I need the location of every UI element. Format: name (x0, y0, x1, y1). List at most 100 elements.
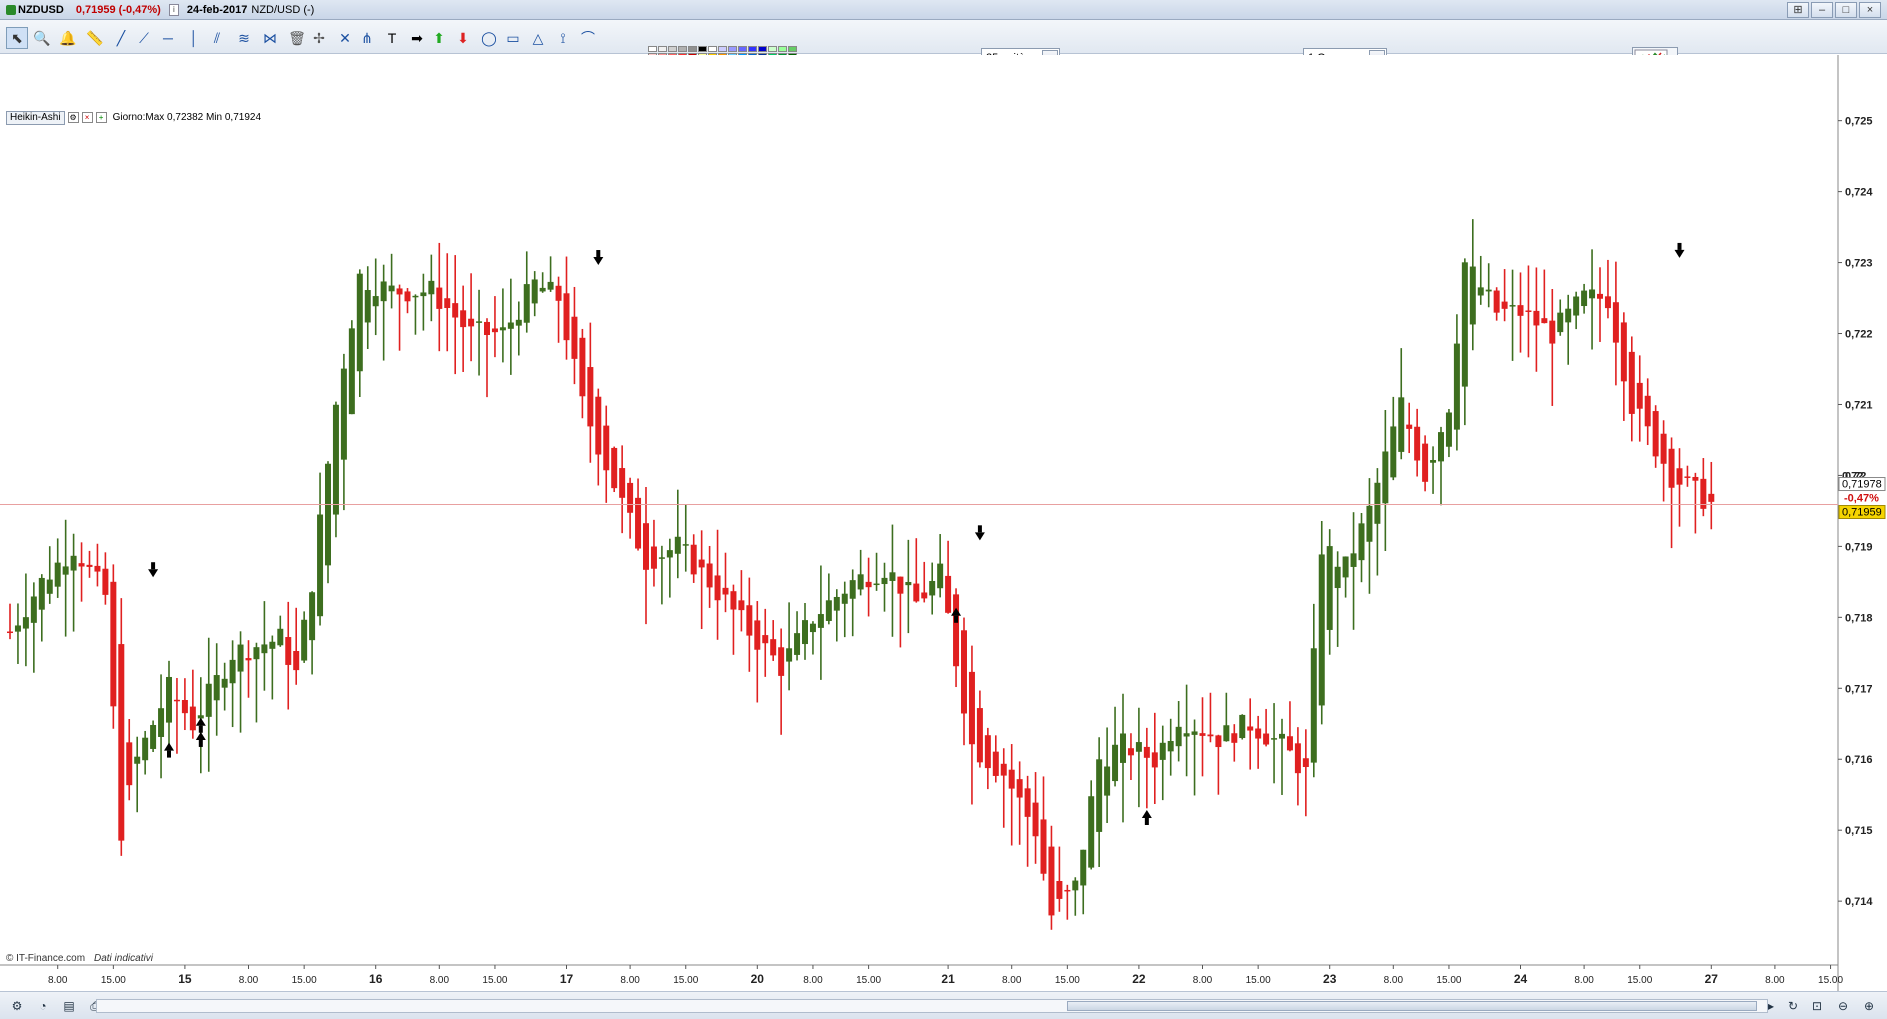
candle-body (1668, 448, 1675, 488)
day-range-label: Giorno:Max 0,72382 Min 0,71924 (112, 112, 262, 123)
candle-body (817, 614, 824, 628)
arrow-right-tool[interactable]: ➡ (406, 27, 428, 49)
y-tick-label: 0,717 (1845, 683, 1873, 695)
settings-wrench-icon[interactable]: ⚙ (67, 112, 79, 123)
candle-body (1636, 382, 1643, 409)
maximize-button[interactable]: □ (1835, 2, 1857, 18)
horizontal-line-tool[interactable]: ─ (157, 27, 179, 49)
candle-body (412, 295, 419, 298)
zoom-reset-icon[interactable]: ⊡ (1808, 998, 1826, 1014)
x-tick-label: 15.00 (1818, 975, 1843, 986)
arrow-down-tool[interactable]: ⬇ (452, 27, 474, 49)
palette-swatch[interactable] (788, 46, 797, 52)
palette-swatch[interactable] (748, 46, 757, 52)
cross-tool[interactable]: ✕ (334, 27, 356, 49)
close-button[interactable]: × (1859, 2, 1881, 18)
candle-body (1565, 308, 1572, 323)
candle-body (86, 564, 93, 567)
chart-type-label[interactable]: Heikin-Ashi (6, 110, 65, 125)
candle-body (1000, 763, 1007, 776)
chart-scrollbar[interactable] (96, 999, 1768, 1013)
pointer-tool[interactable]: ⬉ (6, 27, 28, 49)
ruler-tool[interactable]: 📏 (84, 27, 106, 49)
zoom-tool[interactable]: 🔍 (31, 27, 53, 49)
info-icon[interactable]: i (168, 3, 179, 16)
palette-swatch[interactable] (728, 46, 737, 52)
close-chart-icon[interactable]: × (81, 112, 93, 123)
candle-body (444, 298, 451, 309)
layout-button[interactable]: ⊞ (1787, 2, 1809, 18)
palette-swatch[interactable] (758, 46, 767, 52)
fib-fan-tool[interactable]: ⟟ (552, 27, 574, 49)
triangle-tool[interactable]: △ (527, 27, 549, 49)
pitchfork-tool[interactable]: ⋔ (356, 27, 378, 49)
palette-swatch[interactable] (718, 46, 727, 52)
palette-swatch[interactable] (678, 46, 687, 52)
pair-label: NZD/USD (-) (251, 3, 315, 16)
save-layout-icon[interactable]: ▤ (60, 998, 78, 1014)
scroll-right-icon[interactable]: ▸ (1762, 998, 1780, 1014)
window-controls: ⊞ – □ × (1787, 2, 1881, 18)
palette-swatch[interactable] (738, 46, 747, 52)
y-tick-label: 0,719 (1845, 541, 1873, 553)
text-tool[interactable]: T (381, 27, 403, 49)
gann-tool[interactable]: ⋈ (259, 27, 281, 49)
candle-body (1318, 554, 1325, 706)
candle-body (277, 628, 284, 646)
candle-body (1120, 733, 1126, 763)
palette-swatch[interactable] (768, 46, 777, 52)
candle-body (340, 368, 347, 460)
candle-body (643, 523, 649, 570)
arrow-stem (198, 725, 203, 733)
chart-settings-icon[interactable]: ⚙ (8, 998, 26, 1014)
fibonacci-tool[interactable]: ≋ (233, 27, 255, 49)
zoom-out-icon[interactable]: ⊖ (1834, 998, 1852, 1014)
candle-body (1294, 743, 1301, 774)
palette-swatch[interactable] (708, 46, 717, 52)
candle-body (1286, 736, 1293, 751)
minimize-button[interactable]: – (1811, 2, 1833, 18)
candle-body (245, 658, 252, 661)
palette-swatch[interactable] (648, 46, 657, 52)
scrollbar-thumb[interactable] (1067, 1001, 1757, 1011)
channel-tool[interactable]: ⫽ (206, 27, 228, 49)
chart-area[interactable]: 0,725 0,724 0,723 0,722 0,721 0,72 0,719 0,718 0… (0, 55, 1887, 991)
palette-swatch[interactable] (698, 46, 707, 52)
palette-swatch[interactable] (668, 46, 677, 52)
alert-bell-tool[interactable]: 🔔 (57, 27, 79, 49)
candle-body (332, 404, 339, 515)
x-tick-label: 27 (1705, 972, 1719, 986)
palette-swatch[interactable] (688, 46, 697, 52)
indicators-icon[interactable]: ◔ (34, 998, 52, 1014)
y-tick-label: 0,718 (1845, 612, 1873, 624)
candle-body (7, 631, 13, 634)
line-tool[interactable]: ╱ (110, 27, 132, 49)
refresh-icon[interactable]: ↻ (1784, 998, 1802, 1014)
candle-body (1509, 305, 1516, 307)
add-indicator-icon[interactable]: + (95, 112, 107, 123)
candle-body (1112, 744, 1119, 782)
zoom-in-icon[interactable]: ⊕ (1860, 998, 1878, 1014)
vertical-line-tool[interactable]: │ (183, 27, 205, 49)
candle-body (301, 619, 308, 661)
palette-swatch[interactable] (658, 46, 667, 52)
price-chart[interactable]: 0,7250,7240,7230,7220,7210,720,7190,7180… (0, 55, 1887, 991)
candle-body (1247, 726, 1254, 731)
fib-arc-tool[interactable]: ⌒ (577, 27, 599, 49)
chart-info-row: Heikin-Ashi ⚙ × + Giorno:Max 0,72382 Min… (0, 110, 261, 125)
candle-body (1151, 752, 1158, 768)
trash-tool[interactable]: 🗑 (286, 27, 308, 49)
ray-tool[interactable]: ⟋ (133, 27, 155, 49)
palette-swatch[interactable] (778, 46, 787, 52)
magnet-tool[interactable]: ✢ (308, 27, 330, 49)
candle-body (1302, 758, 1309, 768)
candle-body (730, 591, 737, 610)
percent-change-label: -0,47% (1844, 493, 1879, 505)
rectangle-tool[interactable]: ▭ (502, 27, 524, 49)
y-tick-label: 0,714 (1845, 896, 1873, 908)
x-tick-label: 8.00 (1765, 975, 1785, 986)
candle-body (1533, 310, 1540, 326)
symbol-label[interactable]: NZDUSD (18, 4, 64, 16)
ellipse-tool[interactable]: ◯ (478, 27, 500, 49)
arrow-up-tool[interactable]: ⬆ (428, 27, 450, 49)
